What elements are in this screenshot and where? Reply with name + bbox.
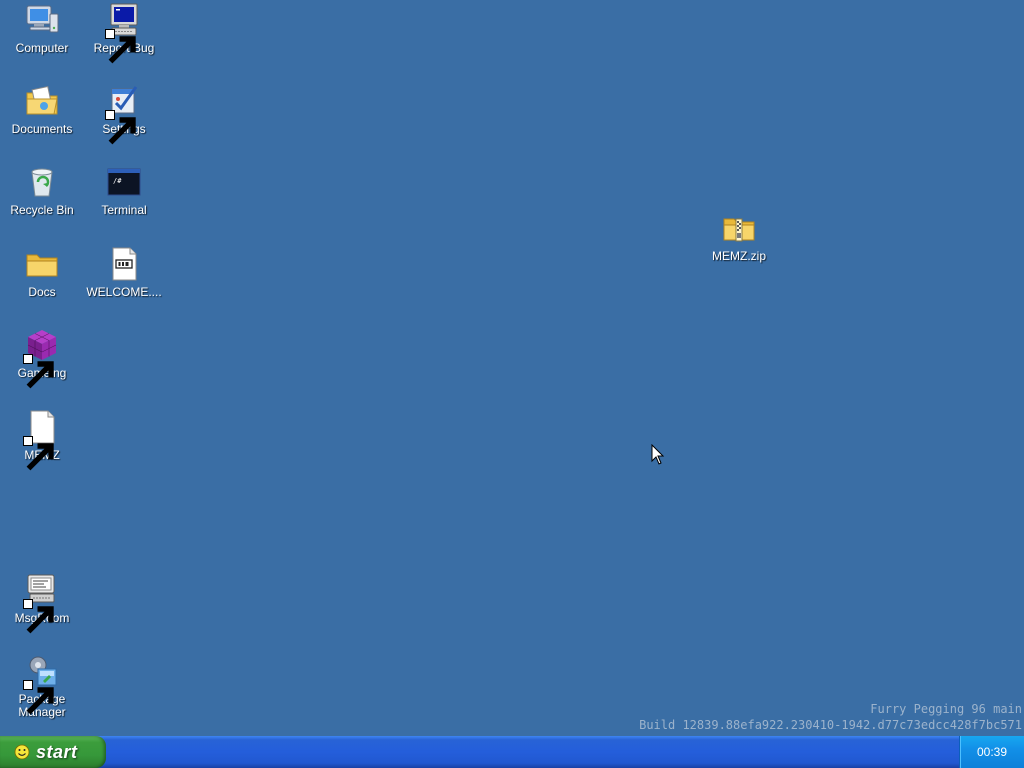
system-tray[interactable]: 00:39: [959, 736, 1024, 768]
desktop-icon-terminal[interactable]: /# Terminal: [86, 164, 162, 217]
desktop[interactable]: Computer Documents Recycle Bin Docs Game…: [0, 0, 1024, 736]
text-file-icon: [106, 246, 142, 282]
desktop-icon-documents[interactable]: Documents: [4, 83, 80, 136]
desktop-icon-memz[interactable]: MEMZ: [4, 409, 80, 471]
shortcut-arrow-icon: [23, 599, 54, 634]
desktop-icon-memz-zip[interactable]: MEMZ.zip: [701, 210, 777, 263]
shortcut-arrow-icon: [23, 680, 54, 715]
settings-icon: [105, 83, 142, 145]
desktop-icon-msgroom[interactable]: MsgRoom: [4, 572, 80, 634]
clock[interactable]: 00:39: [977, 745, 1007, 759]
folder-icon: [24, 246, 60, 282]
start-button[interactable]: start: [0, 736, 106, 768]
shortcut-arrow-icon: [23, 436, 54, 471]
build-number: Build 12839.88efa922.230410-1942.d77c73e…: [639, 718, 1022, 732]
computer-icon: [24, 2, 60, 38]
desktop-icon-recycle-bin[interactable]: Recycle Bin: [4, 164, 80, 217]
desktop-icon-label: Recycle Bin: [10, 203, 74, 217]
terminal-icon: /#: [106, 164, 142, 200]
desktop-icon-label: Docs: [28, 285, 56, 299]
zip-folder-icon: [721, 210, 757, 246]
start-label: start: [36, 741, 78, 762]
desktop-icon-package-manager[interactable]: Package Manager: [4, 653, 80, 719]
desktop-icon-computer[interactable]: Computer: [4, 2, 80, 55]
desktop-icon-settings[interactable]: Settings: [86, 83, 162, 145]
taskbar[interactable]: start 00:39: [0, 736, 1024, 768]
blank-file-icon: [23, 409, 60, 471]
chat-terminal-icon: [23, 572, 60, 634]
smiley-logo-icon: [14, 744, 30, 760]
svg-text:/#: /#: [113, 177, 122, 185]
desktop-icon-label: WELCOME....: [86, 285, 162, 299]
shortcut-arrow-icon: [105, 29, 136, 64]
shortcut-arrow-icon: [23, 354, 54, 389]
desktop-icon-label: Documents: [11, 122, 73, 136]
desktop-icon-report-bug[interactable]: Report Bug: [86, 2, 162, 64]
desktop-icon-docs[interactable]: Docs: [4, 246, 80, 299]
desktop-icon-gameing[interactable]: Gameing: [4, 327, 80, 389]
desktop-icon-label: Terminal: [101, 203, 147, 217]
desktop-icon-label: Computer: [15, 41, 69, 55]
monitor-icon: [105, 2, 142, 64]
package-icon: [23, 653, 60, 715]
recycle-bin-icon: [24, 164, 60, 200]
shortcut-arrow-icon: [105, 110, 136, 145]
documents-folder-icon: [24, 83, 60, 119]
mouse-cursor-icon: [651, 443, 665, 466]
desktop-icon-label: MEMZ.zip: [712, 249, 766, 263]
build-name: Furry Pegging 96 main: [870, 702, 1022, 716]
cube-icon: [23, 327, 60, 389]
build-watermark: Furry Pegging 96 main Build 12839.88efa9…: [639, 701, 1022, 733]
desktop-icon-welcome[interactable]: WELCOME....: [86, 246, 162, 299]
